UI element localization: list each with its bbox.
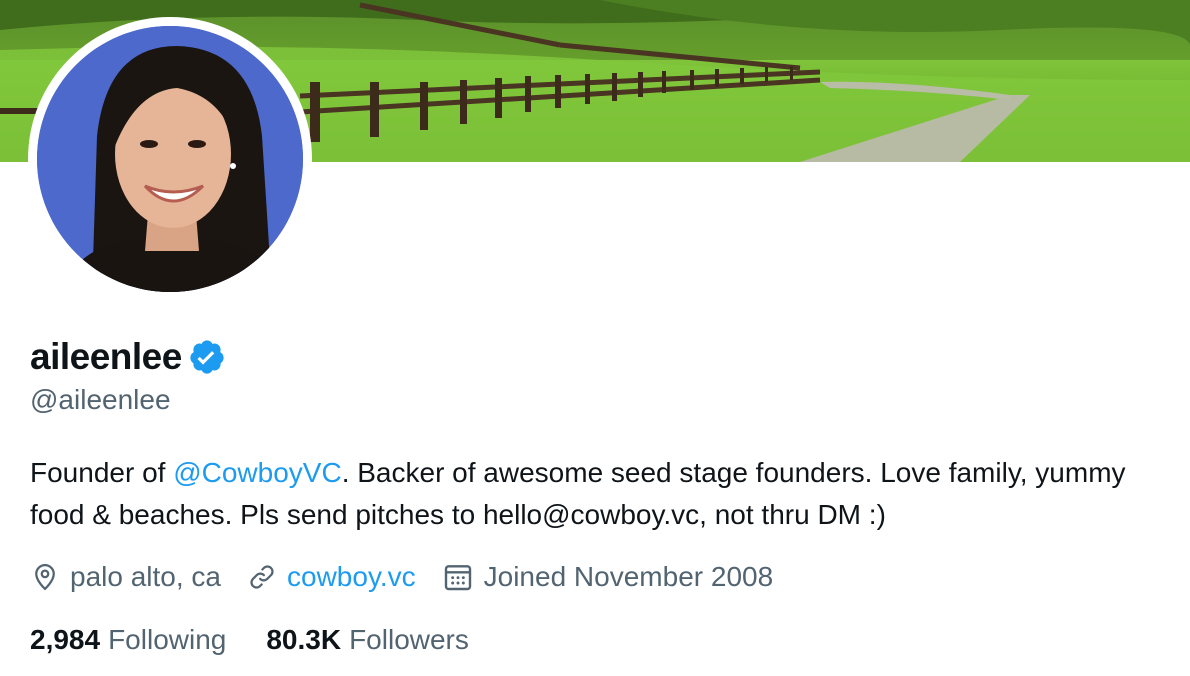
followers-label: Followers [349,624,469,655]
bio-prefix: Founder of [30,457,174,488]
user-handle: @aileenlee [30,384,171,415]
link-icon [250,565,274,589]
location-text: palo alto, ca [70,561,221,592]
profile-bio: Founder of @CowboyVC. Backer of awesome … [30,452,1150,536]
display-name: aileenlee [30,336,182,377]
verified-badge-icon[interactable] [188,338,226,376]
following-label: Following [108,624,227,655]
profile-stats: 2,984 Following 80.3K Followers [30,620,509,660]
profile-meta: palo alto, ca cowboy.vc Joined November … [30,557,799,597]
followers-link[interactable]: 80.3K Followers [266,624,469,656]
profile-location: palo alto, ca [30,561,221,593]
joined-text: Joined November 2008 [483,561,774,592]
following-count: 2,984 [30,624,101,655]
website-link[interactable]: cowboy.vc [287,561,416,593]
avatar[interactable] [37,26,303,292]
following-link[interactable]: 2,984 Following [30,624,226,656]
followers-count: 80.3K [266,624,342,655]
profile-joined: Joined November 2008 [442,561,774,593]
profile-website[interactable]: cowboy.vc [247,561,416,593]
display-name-row: aileenlee [30,334,226,380]
location-pin-icon [35,564,55,591]
calendar-icon [444,565,471,591]
bio-mention-link[interactable]: @CowboyVC [173,457,341,488]
